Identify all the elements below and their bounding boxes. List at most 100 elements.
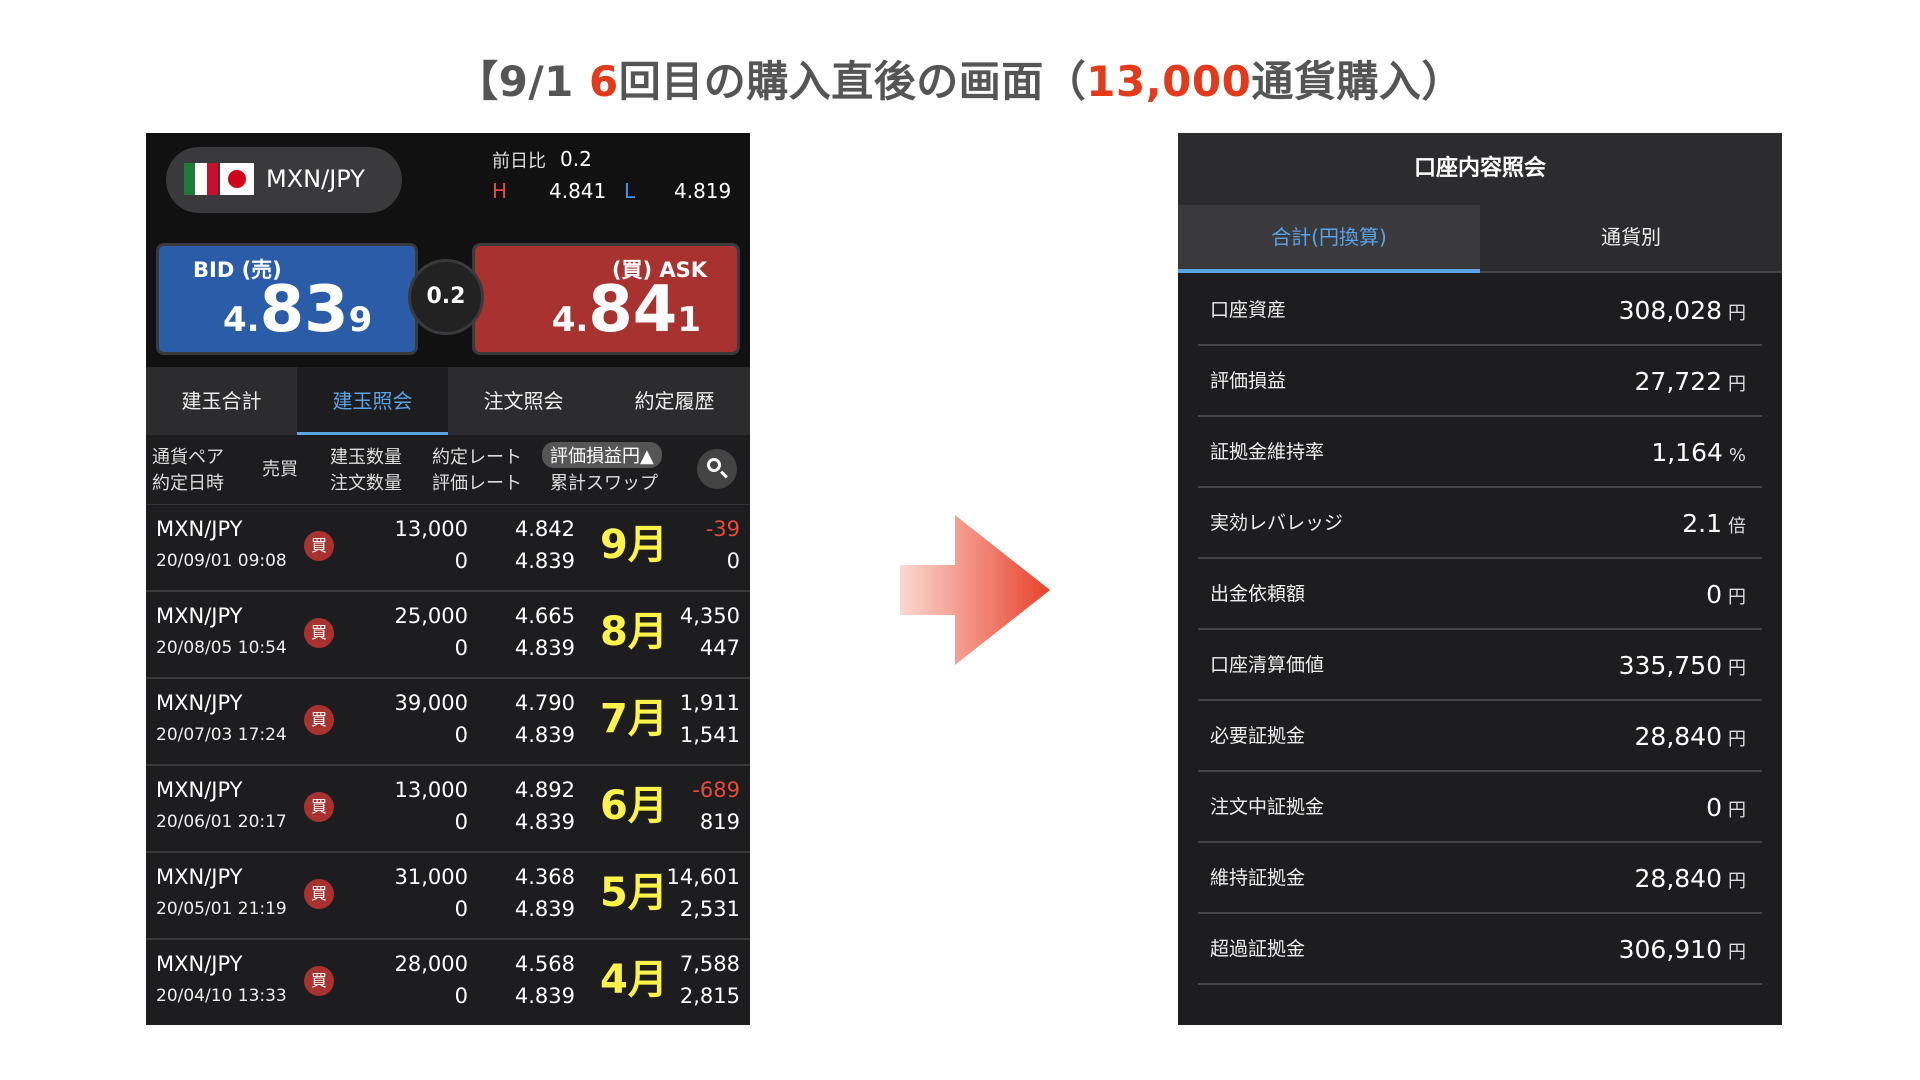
account-item-value: 0円 — [1706, 772, 1746, 846]
position-qty: 28,000 — [394, 952, 468, 976]
column-header: 通貨ペア 約定日時 売買 建玉数量 注文数量 約定レート 評価レート 評価損益円… — [146, 435, 750, 505]
list-item: 超過証拠金 306,910 円 — [1198, 914, 1762, 985]
low-label: L — [624, 179, 636, 203]
position-order-qty: 0 — [454, 984, 468, 1008]
account-title: 口座内容照会 — [1178, 133, 1782, 205]
account-item-value: 306,910 円 — [1619, 914, 1746, 988]
position-pl: 4,350 — [679, 604, 740, 628]
list-item: 口座清算価値 335,750 円 — [1198, 630, 1762, 701]
currency-pair-selector[interactable]: MXN/JPY — [166, 147, 402, 213]
month-label: 8月 — [600, 609, 668, 655]
quote-area: BID (売) 4.839 (買) ASK 4.841 0.2 — [146, 237, 750, 367]
search-icon[interactable] — [697, 449, 737, 489]
table-row[interactable]: MXN/JPY 20/05/01 21:19 買 31,000 0 4.368 4.839 5… — [146, 853, 750, 940]
change-value: 0.2 — [560, 147, 592, 171]
account-item-number: 28,840 — [1634, 722, 1722, 751]
list-item: 維持証拠金 28,840 円 — [1198, 843, 1762, 914]
list-item: 実効レバレッジ 2.1 倍 — [1198, 488, 1762, 559]
account-item-value: 0円 — [1706, 559, 1746, 633]
table-row[interactable]: MXN/JPY 20/09/01 09:08 買 13,000 0 4.842 4.839 9… — [146, 505, 750, 592]
tab-order-inquiry[interactable]: 注文照会 — [448, 367, 599, 435]
ask-price: 4.841 — [551, 273, 701, 347]
account-item-unit: 円 — [1728, 658, 1746, 679]
buy-badge: 買 — [304, 792, 334, 822]
table-row[interactable]: MXN/JPY 20/04/10 13:33 買 28,000 0 4.568 4.839 4… — [146, 940, 750, 1025]
account-item-unit: 円 — [1728, 374, 1746, 395]
table-row[interactable]: MXN/JPY 20/08/05 10:54 買 25,000 0 4.665 4.839 8… — [146, 592, 750, 679]
buy-badge: 買 — [304, 618, 334, 648]
account-item-value: 335,750 円 — [1619, 630, 1746, 704]
position-date: 20/07/03 17:24 — [156, 725, 287, 745]
mexico-flag-icon — [184, 163, 218, 195]
tab-execution-history[interactable]: 約定履歴 — [599, 367, 750, 435]
account-item-label: 必要証拠金 — [1210, 725, 1306, 747]
account-item-label: 口座清算価値 — [1210, 654, 1325, 676]
month-label: 4月 — [600, 957, 668, 1003]
account-item-label: 出金依頼額 — [1210, 583, 1306, 605]
col-order-qty: 注文数量 — [330, 473, 402, 494]
position-date: 20/06/01 20:17 — [156, 812, 287, 832]
account-item-number: 335,750 — [1618, 651, 1722, 680]
position-order-qty: 0 — [454, 723, 468, 747]
position-swap: 1,541 — [679, 723, 740, 747]
list-item: 証拠金維持率 1,164% — [1198, 417, 1762, 488]
sort-pl-button[interactable]: 評価損益円▲ — [542, 442, 662, 468]
account-item-number: 27,722 — [1634, 367, 1722, 396]
position-pair: MXN/JPY — [156, 952, 243, 976]
table-row[interactable]: MXN/JPY 20/06/01 20:17 買 13,000 0 4.892 4.839 6… — [146, 766, 750, 853]
account-item-number: 0 — [1706, 580, 1722, 609]
buy-badge: 買 — [304, 531, 334, 561]
tab-position-inquiry[interactable]: 建玉照会 — [297, 367, 448, 435]
account-item-value: 27,722 円 — [1635, 346, 1746, 420]
buy-badge: 買 — [304, 705, 334, 735]
account-item-label: 口座資産 — [1210, 299, 1287, 321]
ask-button[interactable]: (買) ASK 4.841 — [472, 243, 740, 355]
position-qty: 13,000 — [394, 517, 468, 541]
high-label: H — [492, 179, 508, 203]
position-pl: 7,588 — [679, 952, 740, 976]
bid-price: 4.839 — [223, 273, 373, 347]
tab-by-currency[interactable]: 通貨別 — [1480, 205, 1782, 271]
position-tabs: 建玉合計 建玉照会 注文照会 約定履歴 — [146, 367, 750, 435]
account-item-unit: 円 — [1728, 729, 1746, 750]
position-eval-rate: 4.839 — [514, 636, 575, 660]
account-item-unit: 円 — [1728, 800, 1746, 821]
spread-badge: 0.2 — [408, 259, 484, 335]
buy-badge: 買 — [304, 879, 334, 909]
account-item-label: 注文中証拠金 — [1210, 796, 1325, 818]
tab-position-total[interactable]: 建玉合計 — [146, 367, 297, 435]
tab-total-jpy[interactable]: 合計(円換算) — [1178, 205, 1480, 273]
account-item-value: 308,028 円 — [1619, 275, 1746, 349]
position-qty: 25,000 — [394, 604, 468, 628]
position-eval-rate: 4.839 — [514, 810, 575, 834]
account-item-number: 28,840 — [1634, 864, 1722, 893]
position-pair: MXN/JPY — [156, 778, 243, 802]
high-value: 4.841 — [549, 179, 607, 203]
list-item: 口座資産 308,028 円 — [1198, 275, 1762, 346]
month-label: 7月 — [600, 696, 668, 742]
position-rate: 4.568 — [514, 952, 575, 976]
bid-button[interactable]: BID (売) 4.839 — [156, 243, 418, 355]
positions-list: MXN/JPY 20/09/01 09:08 買 13,000 0 4.842 4.839 9… — [146, 505, 750, 1025]
position-order-qty: 0 — [454, 897, 468, 921]
heading-part3: 回目の購入直後の画面（ — [618, 57, 1087, 106]
table-row[interactable]: MXN/JPY 20/07/03 17:24 買 39,000 0 4.790 4.839 7… — [146, 679, 750, 766]
position-swap: 2,531 — [679, 897, 740, 921]
position-pl: -39 — [705, 517, 740, 541]
account-item-unit: 円 — [1728, 942, 1746, 963]
list-item: 注文中証拠金 0 円 — [1198, 772, 1762, 843]
heading-part5: 通貨購入） — [1251, 57, 1464, 106]
position-eval-rate: 4.839 — [514, 897, 575, 921]
account-item-label: 実効レバレッジ — [1210, 512, 1344, 534]
position-rate: 4.790 — [514, 691, 575, 715]
position-eval-rate: 4.839 — [514, 984, 575, 1008]
col-side: 売買 — [262, 459, 298, 480]
position-date: 20/09/01 09:08 — [156, 551, 287, 571]
list-item: 必要証拠金 28,840 円 — [1198, 701, 1762, 772]
position-qty: 39,000 — [394, 691, 468, 715]
col-pair: 通貨ペア — [152, 447, 224, 468]
position-date: 20/04/10 13:33 — [156, 986, 287, 1006]
account-item-value: 28,840 円 — [1635, 843, 1746, 917]
list-item: 評価損益 27,722 円 — [1198, 346, 1762, 417]
position-swap: 0 — [726, 549, 740, 573]
